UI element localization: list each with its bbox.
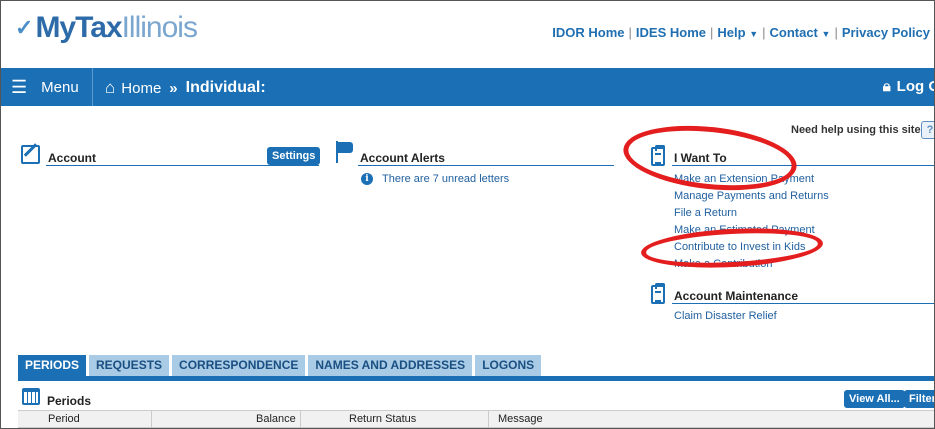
tab-logons[interactable]: LOGONS	[475, 355, 542, 376]
help-text: Need help using this site?	[791, 124, 928, 136]
menu-label: Menu	[41, 78, 79, 96]
column-balance[interactable]: Balance	[256, 413, 296, 425]
tab-correspondence[interactable]: CORRESPONDENCE	[172, 355, 306, 376]
logout-button[interactable]: 🔒︎ Log O	[882, 78, 934, 95]
link-claim-disaster-relief[interactable]: Claim Disaster Relief	[674, 310, 777, 322]
periods-title: Periods	[47, 394, 92, 408]
column-period[interactable]: Period	[48, 413, 80, 425]
settings-button[interactable]: Settings	[267, 147, 321, 165]
column-divider	[300, 411, 301, 428]
menu-button[interactable]: ☰ Menu	[1, 68, 93, 106]
header-links: IDOR Home | IDES Home | Help ▼ | Contact ▼ | Pri…	[552, 25, 930, 40]
annotation-circle-invest-in-kids	[640, 224, 824, 272]
account-title: Account	[48, 151, 96, 165]
link-privacy-policy[interactable]: Privacy Policy	[842, 25, 930, 40]
breadcrumb-separator: »	[169, 79, 178, 97]
link-ides-home[interactable]: IDES Home	[636, 25, 706, 40]
logout-label: Log O	[896, 78, 934, 95]
link-contact[interactable]: Contact ▼	[770, 25, 831, 40]
tab-periods[interactable]: PERIODS	[18, 355, 87, 376]
alerts-divider	[358, 165, 614, 166]
periods-table-header: Period Balance Return Status Message	[18, 410, 934, 428]
info-icon: i	[361, 173, 373, 185]
site-header: ✓ MyTax Illinois IDOR Home | IDES Home | Hel…	[1, 1, 934, 67]
caret-down-icon: ▼	[749, 29, 759, 39]
help-icon[interactable]: ?	[921, 121, 934, 139]
home-icon[interactable]: ⌂	[105, 78, 115, 98]
breadcrumb: ⌂ Home » Individual:	[105, 78, 266, 98]
filter-button[interactable]: Filter	[904, 390, 934, 408]
column-divider	[488, 411, 489, 428]
link-idor-home[interactable]: IDOR Home	[552, 25, 624, 40]
logo-text-illinois: Illinois	[121, 11, 198, 44]
tab-bar: PERIODS REQUESTS CORRESPONDENCE NAMES AN…	[18, 355, 544, 376]
link-file-return[interactable]: File a Return	[674, 207, 737, 219]
logo-text-mytax: MyTax	[35, 11, 122, 44]
column-return-status[interactable]: Return Status	[349, 413, 416, 425]
column-divider	[151, 411, 152, 428]
breadcrumb-current: Individual:	[185, 79, 266, 96]
check-icon: ✓	[15, 15, 34, 40]
caret-down-icon: ▼	[821, 29, 831, 39]
calendar-icon	[22, 388, 40, 405]
tab-bar-underline	[18, 376, 934, 381]
mytax-logo[interactable]: ✓ MyTax Illinois	[15, 11, 198, 45]
column-message[interactable]: Message	[498, 413, 543, 425]
flag-icon	[336, 141, 354, 163]
unread-letters-link[interactable]: There are 7 unread letters	[382, 173, 509, 185]
link-help[interactable]: Help ▼	[717, 25, 758, 40]
breadcrumb-home[interactable]: Home	[121, 80, 161, 97]
nav-bar: ☰ Menu ⌂ Home » Individual: 🔒︎ Log O	[1, 68, 934, 106]
maintenance-divider	[672, 303, 934, 304]
view-all-button[interactable]: View All...	[844, 390, 905, 408]
maintenance-title: Account Maintenance	[674, 289, 799, 303]
lock-icon: 🔒︎	[882, 78, 891, 95]
page-frame: ✓ MyTax Illinois IDOR Home | IDES Home | Hel…	[0, 0, 935, 429]
account-divider	[46, 165, 319, 166]
link-manage-payments[interactable]: Manage Payments and Returns	[674, 190, 829, 202]
hamburger-icon: ☰	[11, 76, 28, 97]
clipboard-icon	[651, 283, 665, 304]
annotation-circle-i-want-to	[620, 118, 800, 198]
tab-names-addresses[interactable]: NAMES AND ADDRESSES	[308, 355, 473, 376]
tab-requests[interactable]: REQUESTS	[89, 355, 170, 376]
alerts-title: Account Alerts	[360, 151, 445, 165]
edit-icon	[21, 145, 40, 164]
